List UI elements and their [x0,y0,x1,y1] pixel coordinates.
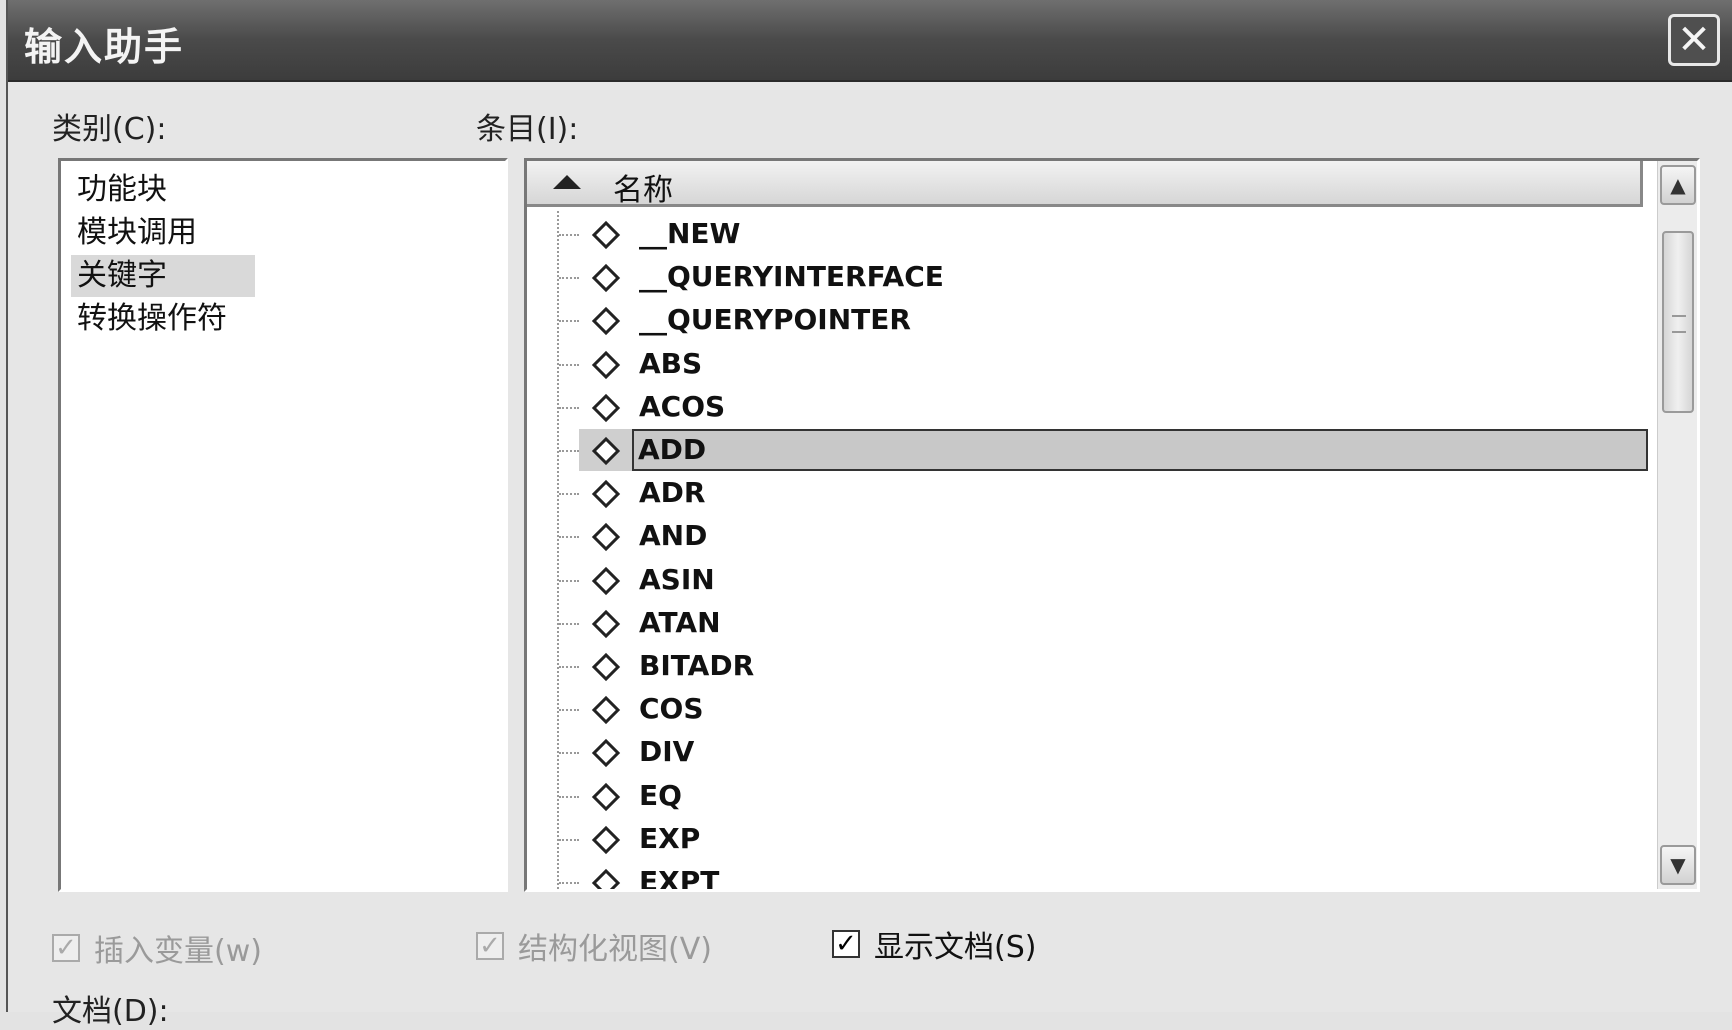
tree-connector [559,406,579,409]
item-row[interactable]: ATAN [527,602,1643,645]
item-row[interactable]: ADD [527,429,1648,472]
category-item-keyword[interactable]: 关键字 [71,255,255,297]
item-name: ACOS [639,389,726,423]
structured-view-label: 结构化视图(V) [518,932,712,967]
tree-connector [559,709,579,712]
item-row[interactable]: EXP [527,818,1643,861]
item-row[interactable]: __QUERYINTERFACE [527,256,1643,299]
diamond-icon [591,566,621,595]
checkmark-icon: ✓ [832,930,860,958]
diamond-icon [591,523,621,552]
diamond-icon [591,609,621,638]
item-row[interactable]: EXPT [527,861,1643,892]
item-name: DIV [639,735,695,769]
diamond-icon [591,782,621,811]
close-icon: ✕ [1677,17,1711,63]
tree-connector [559,838,579,841]
tree-connector [559,493,579,496]
item-row[interactable]: BITADR [527,645,1643,688]
scroll-up-icon: ▲ [1670,173,1686,197]
show-documentation-checkbox[interactable]: ✓ 显示文档(S) [832,922,1036,966]
dialog-title: 输入助手 [24,25,185,69]
diamond-icon [591,350,621,379]
item-row[interactable]: ADR [527,472,1643,515]
diamond-icon [591,868,621,889]
items-label: 条目(I): [476,112,579,147]
item-row[interactable]: DIV [527,731,1643,774]
diamond-icon [591,652,621,682]
item-name: ABS [639,346,703,380]
item-name: COS [639,692,704,726]
show-documentation-label: 显示文档(S) [874,930,1037,965]
diamond-icon [591,393,621,422]
tree-connector [559,579,579,582]
insert-variable-checkbox[interactable]: ✓ 插入变量(w) [52,926,262,970]
title-bar[interactable]: 输入助手 ✕ [8,0,1732,82]
category-item-conversion-operator[interactable]: 转换操作符 [71,298,233,340]
tree-connector [559,450,579,452]
scroll-up-button[interactable]: ▲ [1660,165,1696,205]
item-name: __QUERYPOINTER [639,303,911,337]
item-name: __QUERYINTERFACE [639,260,944,294]
item-name: BITADR [639,649,755,682]
item-name: ADD [632,429,1648,471]
tree-connector [559,277,579,280]
close-button[interactable]: ✕ [1668,14,1720,66]
item-row[interactable]: ASIN [527,559,1643,602]
item-name: ASIN [639,562,715,596]
structured-view-checkbox[interactable]: ✓ 结构化视图(V) [476,924,712,968]
diamond-icon [591,264,621,293]
item-row[interactable]: __QUERYPOINTER [527,299,1643,342]
checkmark-icon: ✓ [52,934,80,962]
category-item-function-block[interactable]: 功能块 [71,169,173,211]
diamond-icon [591,739,621,768]
tree-connector [559,320,579,323]
scroll-down-icon: ▼ [1670,853,1686,877]
item-name: ADR [639,476,706,510]
sort-ascending-icon [553,175,581,189]
tree-connector [559,752,579,755]
item-row[interactable]: AND [527,515,1643,558]
tree-connector [559,795,579,798]
item-row[interactable]: EQ [527,775,1643,818]
diamond-icon [591,696,621,725]
tree-connector [559,622,579,625]
checkmark-icon: ✓ [476,932,504,960]
diamond-icon [591,825,621,854]
diamond-icon [591,307,621,336]
input-assistant-dialog: 输入助手 ✕ 类别(C): 条目(I): 功能块 模块调用 关键字 转换操作符 … [6,0,1732,1029]
item-row[interactable]: COS [527,688,1643,731]
tree-connector [559,536,579,539]
scroll-down-button[interactable]: ▼ [1660,845,1696,885]
scroll-thumb[interactable] [1662,231,1694,413]
name-column-header[interactable]: 名称 [527,161,1643,208]
documentation-label: 文档(D): [52,994,169,1029]
item-name: EXP [639,821,701,855]
tree-connector [559,882,579,884]
item-name: EXPT [639,865,720,892]
tree-connector [559,363,579,366]
vertical-scrollbar[interactable]: ▲ ▼ [1657,161,1697,889]
name-column-title: 名称 [613,173,673,208]
category-list[interactable]: 功能块 模块调用 关键字 转换操作符 [58,158,508,892]
item-row[interactable]: ACOS [527,386,1643,429]
category-label: 类别(C): [52,112,167,147]
item-name: ATAN [639,605,721,639]
item-row[interactable]: ABS [527,343,1643,386]
category-item-module-call[interactable]: 模块调用 [71,212,203,254]
tree-connector [559,666,579,668]
item-name: __NEW [639,217,741,250]
diamond-icon [591,220,621,250]
item-name: EQ [639,778,682,812]
diamond-icon [591,480,621,509]
items-list[interactable]: 名称 __NEW __QUERYINTERFACE __QUERYPOINTER AB… [524,158,1700,892]
tree-connector [559,234,579,236]
item-row[interactable]: __NEW [527,213,1643,256]
insert-variable-label: 插入变量(w) [94,934,262,969]
scroll-grip [1672,315,1686,333]
item-name: AND [639,519,708,553]
